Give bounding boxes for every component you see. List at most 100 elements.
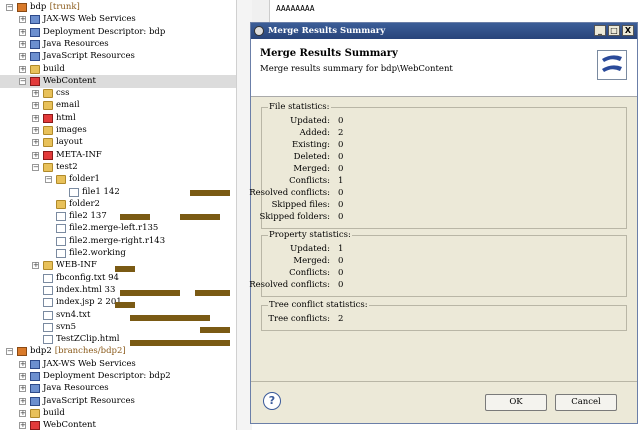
tree-item[interactable]: + WebContent <box>0 419 236 430</box>
tree-item-label: build <box>43 63 65 74</box>
tree-item[interactable]: + images <box>0 124 236 137</box>
folder-icon <box>43 89 53 99</box>
expand-icon[interactable]: + <box>19 360 26 368</box>
stat-label: Skipped folders: <box>259 212 331 222</box>
expand-icon[interactable]: + <box>19 28 26 36</box>
folder-icon <box>30 408 40 418</box>
tree-item-label: html <box>56 112 76 123</box>
tree-item[interactable]: + JAX-WS Web Services <box>0 358 236 371</box>
dialog-title-bar[interactable]: Merge Results Summary _ □ X <box>251 23 637 39</box>
eclipse-icon <box>254 26 264 36</box>
tree-item[interactable]: − bdp2 [branches/bdp2] <box>0 345 236 358</box>
tree-item[interactable]: + JavaScript Resources <box>0 395 236 408</box>
tree-item[interactable]: file2.working <box>0 247 236 260</box>
help-icon[interactable]: ? <box>263 392 281 410</box>
redaction-mark <box>130 340 230 346</box>
folder-icon <box>43 162 53 172</box>
stat-label: Deleted: <box>293 152 330 162</box>
collapse-icon[interactable]: − <box>6 348 13 356</box>
editor-area[interactable]: AAAAAAAA <box>252 0 640 22</box>
minimize-button[interactable]: _ <box>594 25 606 36</box>
stat-label: Tree conflicts: <box>268 314 330 324</box>
tree-item[interactable]: − folder1 <box>0 173 236 186</box>
tree-item[interactable]: + Java Resources <box>0 38 236 51</box>
folder-icon <box>43 126 53 135</box>
expand-icon[interactable]: + <box>19 40 26 48</box>
stat-row: Skipped folders: 0 <box>259 211 626 223</box>
stat-row: Resolved conflicts: 0 <box>249 279 626 291</box>
tree-item[interactable]: folder2 <box>0 198 236 211</box>
stat-row: Resolved conflicts: 0 <box>249 187 626 199</box>
tree-item[interactable]: + Deployment Descriptor: bdp2 <box>0 370 236 383</box>
tree-item[interactable]: + html <box>0 112 236 125</box>
stat-row: Tree conflicts: 2 <box>262 313 626 325</box>
tree-item[interactable]: − bdp [trunk] <box>0 1 236 14</box>
stat-value: 2 <box>338 128 344 138</box>
tree-item[interactable]: + JAX-WS Web Services <box>0 13 236 26</box>
tree-item[interactable]: + JavaScript Resources <box>0 50 236 63</box>
svn-icon <box>43 322 53 332</box>
tree-item[interactable]: + email <box>0 99 236 112</box>
stat-row: Updated: 1 <box>262 243 626 255</box>
expand-icon[interactable]: + <box>19 397 26 405</box>
cancel-button[interactable]: Cancel <box>555 394 617 411</box>
svn-icon <box>43 310 53 320</box>
maximize-button[interactable]: □ <box>608 25 620 36</box>
editor-line-text: AAAAAAAA <box>276 4 315 13</box>
tree-item[interactable]: + build <box>0 407 236 420</box>
file-icon <box>56 249 66 258</box>
stat-label: Merged: <box>293 164 330 174</box>
close-button[interactable]: X <box>622 25 634 36</box>
expand-icon[interactable]: + <box>32 139 39 147</box>
tree-item[interactable]: + css <box>0 87 236 100</box>
stat-value: 0 <box>338 164 344 174</box>
statistics-group: File statistics: Updated: 0 Added: 2 Existing… <box>249 102 627 229</box>
expand-icon[interactable]: + <box>19 373 26 380</box>
tree-item[interactable]: − test2 <box>0 161 236 174</box>
tree-item[interactable]: + layout <box>0 136 236 149</box>
redaction-mark <box>195 290 230 296</box>
expand-icon[interactable]: + <box>32 90 39 98</box>
expand-icon[interactable]: + <box>19 385 26 393</box>
proj-icon <box>17 3 27 12</box>
redaction-mark <box>130 315 210 321</box>
javaee-icon <box>30 52 40 62</box>
collapse-icon[interactable]: − <box>19 77 26 85</box>
expand-icon[interactable]: + <box>32 102 39 110</box>
expand-icon[interactable]: + <box>19 16 26 24</box>
tree-item-label: images <box>56 125 87 135</box>
collapse-icon[interactable]: − <box>32 163 39 171</box>
javaee-icon <box>30 372 40 381</box>
tree-item[interactable]: + Java Resources <box>0 382 236 395</box>
ok-button[interactable]: OK <box>485 394 547 411</box>
collapse-icon[interactable]: − <box>6 4 13 11</box>
expand-icon[interactable]: + <box>32 262 39 270</box>
tree-item[interactable]: + Deployment Descriptor: bdp <box>0 26 236 39</box>
tree-item[interactable]: file2.merge-right.r143 <box>0 235 236 248</box>
expand-icon[interactable]: + <box>32 151 39 159</box>
collapse-icon[interactable]: − <box>45 176 52 184</box>
stat-row: Existing: 0 <box>262 139 626 151</box>
tree-item[interactable]: + META-INF <box>0 149 236 162</box>
expand-icon[interactable]: + <box>19 65 26 73</box>
expand-icon[interactable]: + <box>32 114 39 122</box>
tree-item[interactable]: − WebContent <box>0 74 236 88</box>
tree-item-label: folder1 <box>69 174 100 185</box>
tree-item[interactable]: fbconfig.txt 94 <box>0 272 236 285</box>
expand-icon[interactable]: + <box>19 409 26 417</box>
expand-icon[interactable]: + <box>32 127 39 134</box>
folder-icon <box>56 175 66 185</box>
stat-row: Skipped files: 0 <box>262 199 626 211</box>
expand-icon[interactable]: + <box>19 53 26 61</box>
dialog-footer: ? OK Cancel <box>251 381 637 425</box>
tree-item[interactable]: file2.merge-left.r135 <box>0 222 236 235</box>
tree-item-label: file2.merge-left.r135 <box>69 223 159 234</box>
stat-value: 0 <box>338 268 344 278</box>
expand-icon[interactable]: + <box>19 422 26 430</box>
stat-value: 0 <box>338 256 344 266</box>
stat-row: Merged: 0 <box>262 163 626 175</box>
tree-item[interactable]: + build <box>0 63 236 76</box>
file-icon <box>56 236 66 246</box>
javaee-icon <box>30 396 40 406</box>
folder-icon <box>43 261 53 271</box>
